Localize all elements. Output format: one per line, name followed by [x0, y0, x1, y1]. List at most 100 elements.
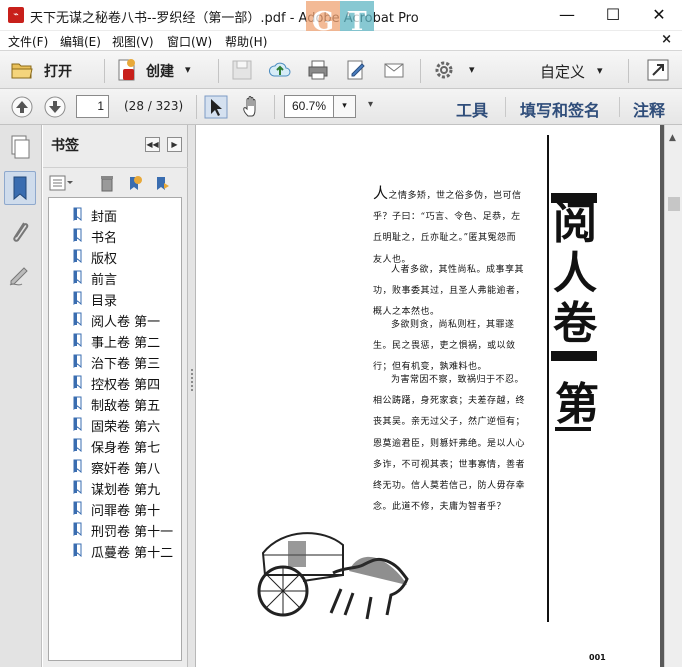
zoom-level-input[interactable]: 60.7%	[284, 95, 334, 118]
open-button[interactable]: 打开	[44, 61, 72, 81]
drop-cap: 人之情多矫，世之俗多伪，岂可信乎？子曰：“巧言、令色、足恭，左丘明耻之，丘亦耻之…	[373, 184, 522, 265]
maximize-button[interactable]: ☐	[590, 0, 636, 31]
splitter-grip-dot	[191, 373, 193, 375]
zoom-dropdown-icon[interactable]: ▾	[334, 95, 356, 118]
page-number-input[interactable]: 1	[76, 95, 109, 118]
email-icon[interactable]	[382, 58, 406, 82]
chapter-title-char: 阅	[553, 198, 597, 249]
main-toolbar: 打开 创建 ▾ ▾ 自定义 ▾	[0, 51, 682, 89]
minimize-button[interactable]: —	[544, 0, 590, 31]
bookmark-item[interactable]: 前言	[49, 266, 181, 288]
chapter-title-vertical: 阅 人 卷	[551, 199, 599, 349]
create-button[interactable]: 创建	[146, 61, 174, 81]
bookmark-label: 刑罚卷 第十一	[91, 525, 174, 540]
edit-document-icon[interactable]	[344, 58, 368, 82]
scrollbar-thumb[interactable]	[668, 197, 680, 211]
bookmark-item[interactable]: 保身卷 第七	[49, 434, 181, 456]
splitter-grip-dot	[191, 389, 193, 391]
fill-sign-pane-link[interactable]: 填写和签名	[520, 97, 600, 121]
splitter-grip-dot	[191, 369, 193, 371]
bookmark-item[interactable]: 控权卷 第四	[49, 371, 181, 393]
page-thumbnails-icon[interactable]	[4, 131, 36, 165]
menu-view[interactable]: 视图(V)	[112, 33, 154, 50]
toolbar-separator	[505, 97, 506, 117]
bookmark-item[interactable]: 事上卷 第二	[49, 329, 181, 351]
cloud-upload-icon[interactable]	[268, 58, 292, 82]
bookmark-item[interactable]: 书名	[49, 224, 181, 246]
create-dropdown-icon[interactable]: ▾	[185, 63, 191, 76]
bookmark-item[interactable]: 目录	[49, 287, 181, 309]
bookmark-item[interactable]: 瓜蔓卷 第十二	[49, 539, 181, 561]
bookmark-item[interactable]: 制敌卷 第五	[49, 392, 181, 414]
close-document-button[interactable]: ×	[661, 32, 672, 47]
tools-pane-link[interactable]: 工具	[456, 97, 488, 121]
bookmark-item[interactable]: 察奸卷 第八	[49, 455, 181, 477]
chapter-title-char: 人	[553, 248, 597, 299]
splitter-grip-dot	[191, 385, 193, 387]
bookmark-options-icon[interactable]	[49, 174, 73, 192]
menu-edit[interactable]: 编辑(E)	[60, 33, 101, 50]
bookmarks-tab[interactable]	[4, 171, 36, 205]
menu-help[interactable]: 帮助(H)	[225, 33, 267, 50]
toolbar-overflow-icon[interactable]: ▾	[368, 99, 373, 110]
customize-dropdown-icon[interactable]: ▾	[597, 64, 603, 77]
bookmark-item[interactable]: 问罪卷 第十	[49, 497, 181, 519]
pdf-page: 人之情多矫，世之俗多伪，岂可信乎？子曰：“巧言、令色、足恭，左丘明耻之，丘亦耻之…	[197, 125, 660, 667]
bookmark-icon	[73, 228, 82, 242]
expand-view-icon[interactable]	[646, 58, 670, 82]
customize-button[interactable]: 自定义	[540, 61, 585, 82]
hand-tool-icon[interactable]	[240, 95, 264, 119]
bookmarks-panel-title: 书签	[51, 138, 79, 154]
bookmark-item[interactable]: 刑罚卷 第十一	[49, 518, 181, 540]
bookmark-icon	[73, 291, 82, 305]
settings-dropdown-icon[interactable]: ▾	[469, 63, 475, 76]
bookmark-label: 保身卷 第七	[91, 441, 161, 456]
bookmark-icon	[73, 354, 82, 368]
bookmark-label: 治下卷 第三	[91, 357, 161, 372]
bookmark-icon	[73, 375, 82, 389]
open-folder-icon[interactable]	[10, 58, 34, 82]
bookmark-item[interactable]: 封面	[49, 203, 181, 225]
close-window-button[interactable]: ✕	[636, 0, 682, 31]
expand-bookmark-icon[interactable]	[153, 174, 171, 192]
attachments-paperclip-icon[interactable]	[4, 215, 36, 249]
toolbar-separator	[196, 95, 197, 119]
create-pdf-icon[interactable]	[114, 58, 138, 82]
bookmark-item[interactable]: 阅人卷 第一	[49, 308, 181, 330]
bookmark-item[interactable]: 固荣卷 第六	[49, 413, 181, 435]
next-page-icon[interactable]	[43, 95, 67, 119]
settings-gear-icon[interactable]	[432, 58, 456, 82]
bookmark-label: 封面	[91, 210, 118, 225]
select-cursor-icon[interactable]	[204, 95, 228, 119]
bookmark-icon	[73, 396, 82, 410]
splitter-grip-dot	[191, 377, 193, 379]
new-bookmark-icon[interactable]	[125, 174, 143, 192]
bookmark-label: 固荣卷 第六	[91, 420, 161, 435]
comment-pane-link[interactable]: 注释	[633, 97, 665, 121]
bookmark-label: 版权	[91, 252, 118, 267]
acrobat-app-icon[interactable]: ⌁	[8, 7, 24, 23]
scroll-up-icon[interactable]: ▲	[669, 133, 676, 143]
previous-page-icon[interactable]	[10, 95, 34, 119]
bookmark-item[interactable]: 治下卷 第三	[49, 350, 181, 372]
save-icon[interactable]	[230, 58, 254, 82]
bookmark-label: 控权卷 第四	[91, 378, 161, 393]
delete-bookmark-icon[interactable]	[98, 174, 116, 192]
bookmark-label: 制敌卷 第五	[91, 399, 161, 414]
bookmark-item[interactable]: 谋划卷 第九	[49, 476, 181, 498]
signatures-pen-icon[interactable]	[4, 257, 36, 291]
menu-window[interactable]: 窗口(W)	[167, 33, 212, 50]
collapse-panel-button[interactable]: ◀◀	[145, 137, 160, 152]
vertical-scrollbar[interactable]: ▲	[664, 125, 682, 667]
panel-menu-button[interactable]: ▶	[167, 137, 182, 152]
bookmark-item[interactable]: 版权	[49, 245, 181, 267]
bookmark-icon	[73, 438, 82, 452]
menu-file[interactable]: 文件(F)	[8, 33, 48, 50]
bookmark-label: 事上卷 第二	[91, 336, 161, 351]
carriage-illustration	[257, 532, 409, 620]
document-viewport[interactable]: 人之情多矫，世之俗多伪，岂可信乎？子曰：“巧言、令色、足恭，左丘明耻之，丘亦耻之…	[197, 125, 664, 667]
bookmark-label: 谋划卷 第九	[91, 483, 161, 498]
pane-splitter[interactable]	[188, 125, 196, 667]
chapter-number-stroke	[555, 427, 591, 431]
print-icon[interactable]	[306, 58, 330, 82]
